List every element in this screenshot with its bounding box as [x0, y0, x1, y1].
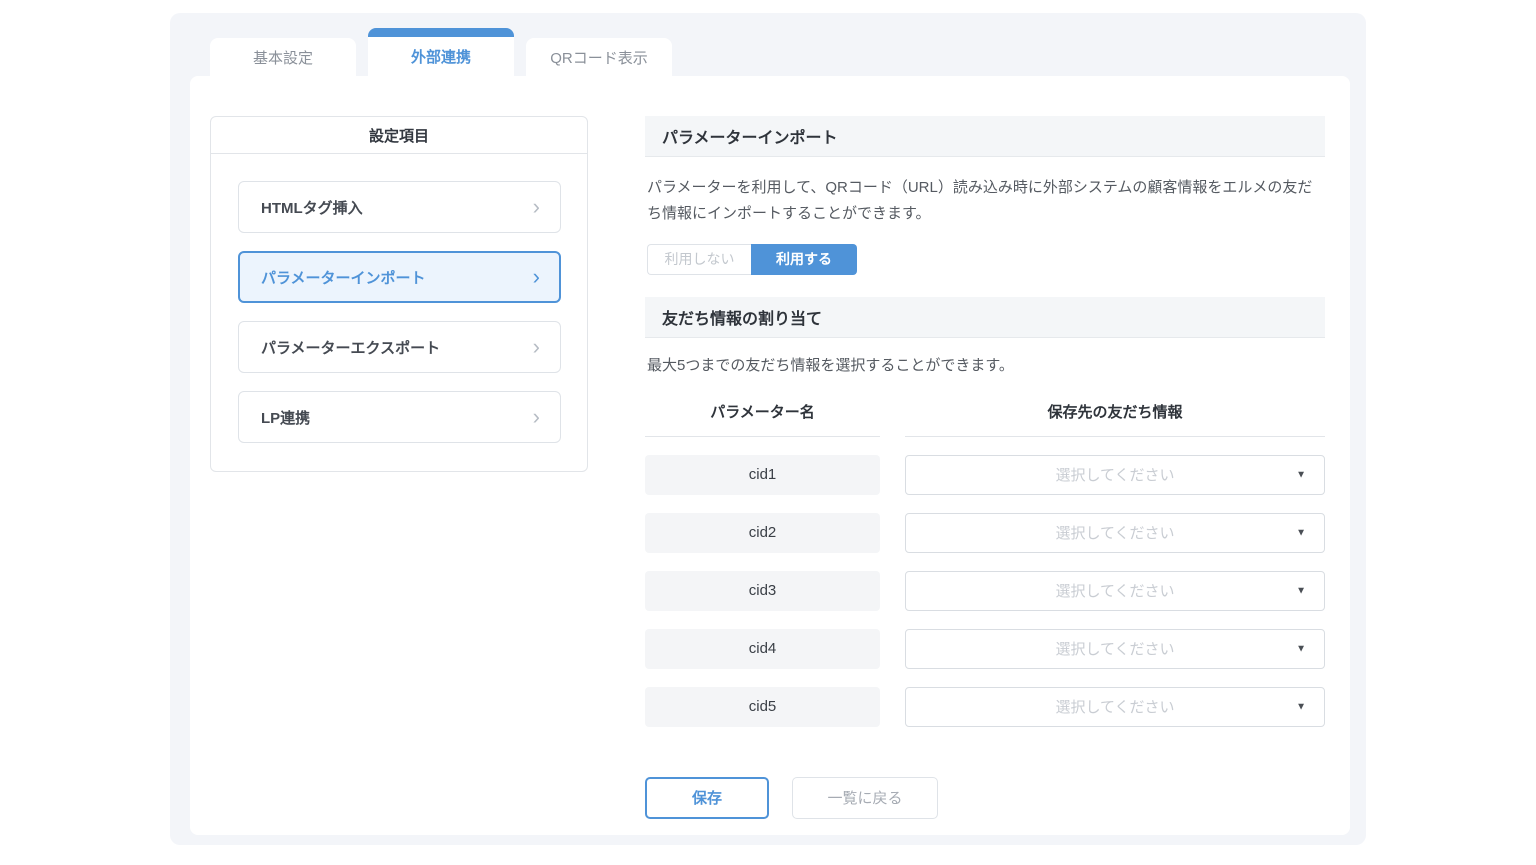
parameter-import-description: パラメーターを利用して、QRコード（URL）読み込み時に外部システムの顧客情報を…	[647, 175, 1323, 228]
friend-info-select-cid4[interactable]: 選択してください ▼	[905, 629, 1325, 669]
section-title-parameter-import: パラメーターインポート	[645, 116, 1325, 157]
chevron-right-icon: ›	[533, 266, 540, 288]
sidebar-item-parameter-import[interactable]: パラメーターインポート ›	[238, 251, 561, 303]
column-header-parameter-name: パラメーター名	[645, 401, 880, 437]
parameter-name-cid2: cid2	[645, 513, 880, 553]
parameter-import-section: パラメーターインポート パラメーターを利用して、QRコード（URL）読み込み時に…	[645, 116, 1325, 865]
use-toggle: 利用しない 利用する	[647, 244, 857, 275]
sidebar-item-label: LP連携	[261, 407, 310, 428]
select-placeholder: 選択してください	[1055, 464, 1174, 485]
parameter-name-cid3: cid3	[645, 571, 880, 611]
sidebar-item-lp-integration[interactable]: LP連携 ›	[238, 391, 561, 443]
parameter-name-cid1: cid1	[645, 455, 880, 495]
dropdown-arrow-icon: ▼	[1296, 469, 1306, 480]
dropdown-arrow-icon: ▼	[1296, 585, 1306, 596]
friend-info-select-cid2[interactable]: 選択してください ▼	[905, 513, 1325, 553]
select-placeholder: 選択してください	[1055, 696, 1174, 717]
tab-bar: 基本設定 外部連携 QRコード表示	[170, 13, 1366, 76]
section-title-friend-info-assignment: 友だち情報の割り当て	[645, 297, 1325, 338]
tab-external-integration[interactable]: 外部連携	[368, 28, 514, 76]
dropdown-arrow-icon: ▼	[1296, 643, 1306, 654]
back-to-list-button[interactable]: 一覧に戻る	[792, 777, 938, 819]
sidebar-item-parameter-export[interactable]: パラメーターエクスポート ›	[238, 321, 561, 373]
sidebar-item-label: パラメーターインポート	[261, 267, 426, 288]
save-button[interactable]: 保存	[645, 777, 769, 819]
assignment-table: パラメーター名 保存先の友だち情報 cid1 選択してください ▼ cid2 選…	[645, 401, 1325, 727]
parameter-name-cid5: cid5	[645, 687, 880, 727]
content-panel: 設定項目 HTMLタグ挿入 › パラメーターインポート › パラメーターエクスポ…	[190, 76, 1350, 835]
friend-info-select-cid5[interactable]: 選択してください ▼	[905, 687, 1325, 727]
toggle-use-button[interactable]: 利用する	[751, 244, 857, 275]
friend-info-select-cid1[interactable]: 選択してください ▼	[905, 455, 1325, 495]
chevron-right-icon: ›	[533, 336, 540, 358]
parameter-name-cid4: cid4	[645, 629, 880, 669]
sidebar-item-html-tag-insert[interactable]: HTMLタグ挿入 ›	[238, 181, 561, 233]
tab-basic-settings[interactable]: 基本設定	[210, 38, 356, 76]
tab-qr-code-display[interactable]: QRコード表示	[526, 38, 672, 76]
chevron-right-icon: ›	[533, 406, 540, 428]
sidebar-item-list: HTMLタグ挿入 › パラメーターインポート › パラメーターエクスポート › …	[211, 154, 587, 443]
sidebar-title: 設定項目	[211, 117, 587, 154]
select-placeholder: 選択してください	[1055, 522, 1174, 543]
settings-shell: 基本設定 外部連携 QRコード表示 設定項目 HTMLタグ挿入 › パラメーター…	[170, 13, 1366, 845]
sidebar-item-label: HTMLタグ挿入	[261, 197, 363, 218]
sidebar-item-label: パラメーターエクスポート	[261, 337, 440, 358]
dropdown-arrow-icon: ▼	[1296, 701, 1306, 712]
action-buttons: 保存 一覧に戻る	[645, 777, 1325, 819]
dropdown-arrow-icon: ▼	[1296, 527, 1306, 538]
chevron-right-icon: ›	[533, 196, 540, 218]
select-placeholder: 選択してください	[1055, 580, 1174, 601]
select-placeholder: 選択してください	[1055, 638, 1174, 659]
column-header-destination-friend-info: 保存先の友だち情報	[905, 401, 1325, 437]
friend-info-select-cid3[interactable]: 選択してください ▼	[905, 571, 1325, 611]
assignment-note: 最大5つまでの友だち情報を選択することができます。	[647, 354, 1323, 375]
toggle-do-not-use-button[interactable]: 利用しない	[647, 244, 751, 275]
settings-sidebar: 設定項目 HTMLタグ挿入 › パラメーターインポート › パラメーターエクスポ…	[210, 116, 588, 472]
